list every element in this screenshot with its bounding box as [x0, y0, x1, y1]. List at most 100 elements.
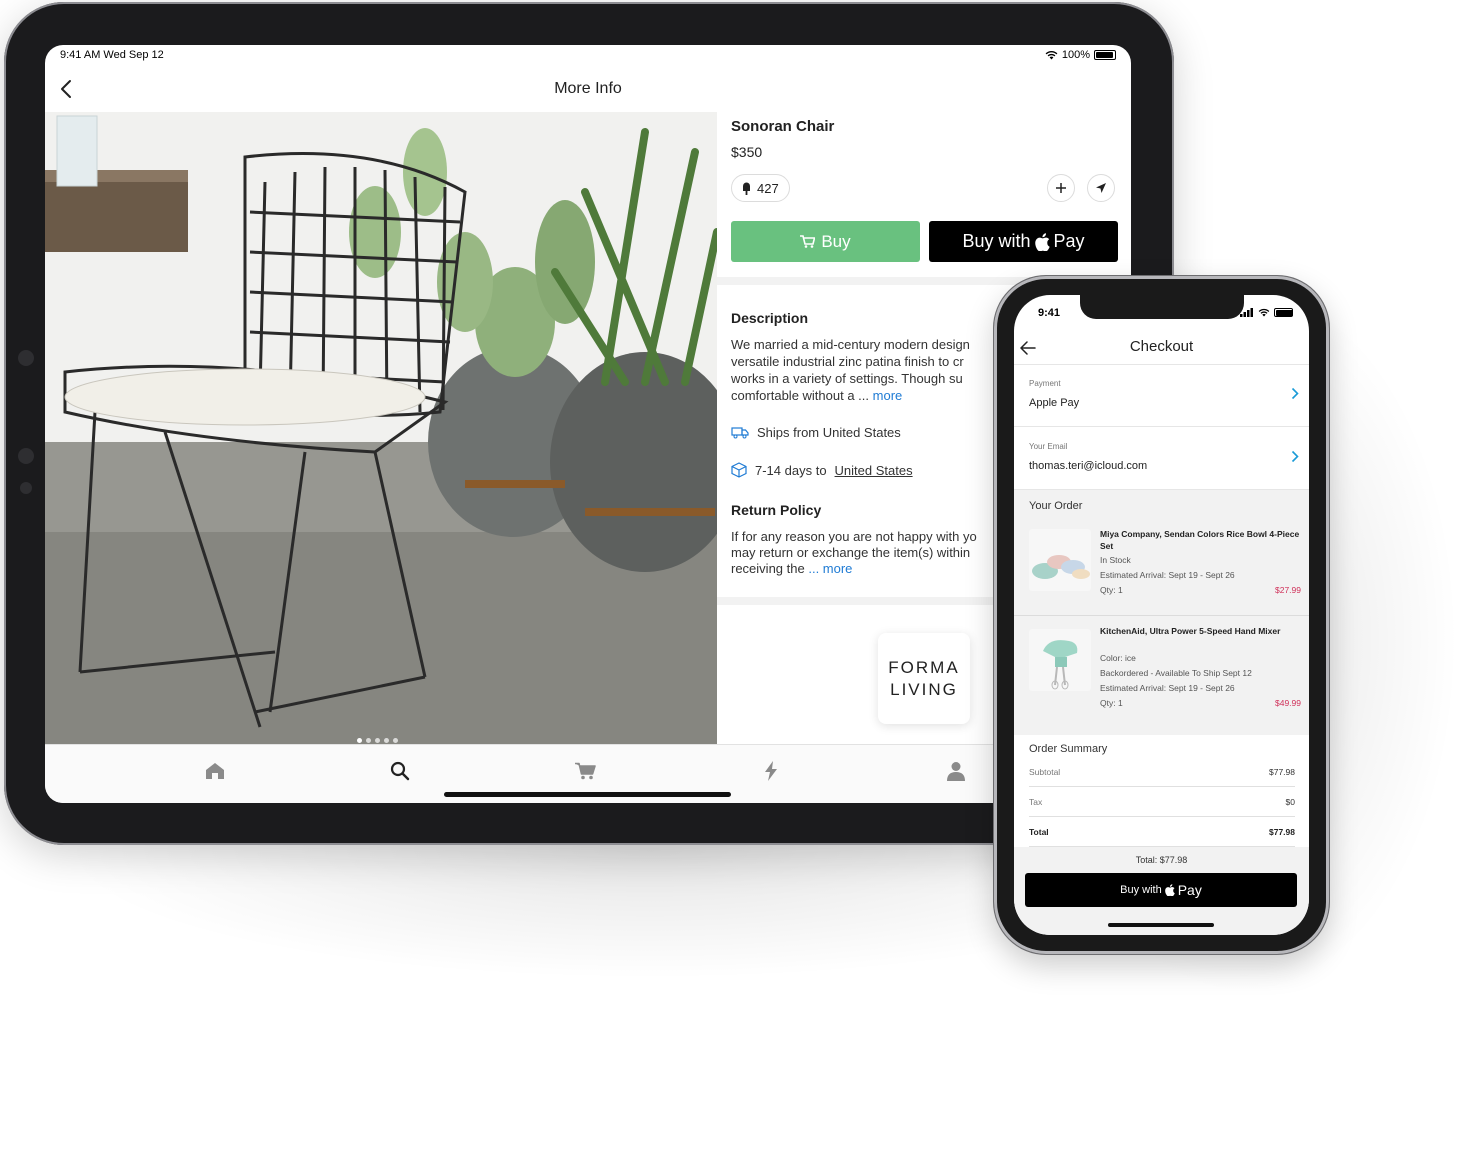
iphone-home-indicator	[1108, 923, 1214, 927]
page-dot[interactable]	[357, 738, 362, 743]
photo-page-dots[interactable]	[357, 738, 398, 743]
like-count: 427	[757, 180, 779, 196]
buy-button[interactable]: Buy	[731, 221, 920, 262]
hand-mixer-thumbnail	[1029, 629, 1091, 691]
subtotal-row: Subtotal $77.98	[1029, 757, 1295, 787]
home-icon	[206, 763, 224, 779]
tab-activity[interactable]	[758, 759, 784, 783]
tax-label: Tax	[1029, 797, 1043, 807]
item-name: Miya Company, Sendan Colors Rice Bowl 4-…	[1100, 529, 1300, 551]
item-stock: In Stock	[1100, 555, 1131, 565]
total-row: Total $77.98	[1029, 817, 1295, 847]
like-count-button[interactable]: 427	[731, 174, 790, 202]
iphone-status-time: 9:41	[1038, 307, 1061, 319]
ipad-side-button	[18, 448, 34, 464]
truck-icon	[731, 427, 749, 439]
tab-home[interactable]	[202, 759, 228, 783]
payment-label: Payment	[1029, 379, 1061, 388]
signal-icon	[1240, 308, 1253, 317]
chair-photo-illustration	[45, 112, 717, 744]
product-name: Sonoran Chair	[731, 118, 835, 135]
share-button[interactable]	[1087, 174, 1115, 202]
apple-pay-suffix: Pay	[1177, 882, 1202, 898]
ipad-status-right: 100%	[1045, 49, 1116, 61]
tab-cart[interactable]	[572, 759, 598, 783]
apple-pay-button[interactable]: Buy with Pay	[929, 221, 1118, 262]
tax-row: Tax $0	[1029, 787, 1295, 817]
page-dot[interactable]	[375, 738, 380, 743]
add-to-list-button[interactable]	[1047, 174, 1075, 202]
ships-from-row: Ships from United States	[731, 425, 901, 440]
profile-icon	[947, 762, 965, 781]
brand-logo-card[interactable]: FORMA LIVING	[878, 633, 970, 724]
description-more-link[interactable]: more	[873, 388, 903, 403]
tab-search[interactable]	[387, 759, 413, 783]
iphone-nav-bar: Checkout	[1014, 335, 1309, 365]
chevron-right-icon	[1291, 450, 1299, 463]
ships-from-text: Ships from United States	[757, 425, 901, 440]
subtotal-value: $77.98	[1269, 767, 1295, 777]
item-price: $49.99	[1275, 698, 1301, 708]
item-arrival: Estimated Arrival: Sept 19 - Sept 26	[1100, 683, 1235, 693]
rice-bowl-thumbnail	[1029, 529, 1091, 591]
item-arrival: Estimated Arrival: Sept 19 - Sept 26	[1100, 570, 1235, 580]
your-order-title: Your Order	[1029, 500, 1083, 512]
ipad-status-bar: 9:41 AM Wed Sep 12 100%	[45, 45, 1131, 67]
payment-value: Apple Pay	[1029, 397, 1080, 409]
wifi-icon	[1258, 308, 1270, 317]
ipad-status-time: 9:41 AM Wed Sep 12	[60, 49, 164, 61]
description-title: Description	[731, 310, 809, 326]
apple-logo-icon	[1034, 232, 1050, 251]
order-item[interactable]: Miya Company, Sendan Colors Rice Bowl 4-…	[1014, 521, 1309, 616]
wifi-icon	[1045, 50, 1058, 60]
send-icon	[1096, 183, 1106, 193]
return-policy-more-link[interactable]: ... more	[808, 561, 852, 576]
chevron-right-icon	[1291, 387, 1299, 400]
popsicle-icon	[743, 182, 750, 195]
iphone-notch	[1080, 295, 1244, 319]
ipad-nav-bar: More Info	[45, 71, 1131, 111]
iphone-status-icons	[1240, 308, 1293, 317]
ipad-side-button	[20, 482, 32, 494]
battery-icon	[1094, 50, 1116, 60]
order-summary-title: Order Summary	[1029, 743, 1108, 755]
cart-icon	[800, 235, 816, 248]
page-dot[interactable]	[384, 738, 389, 743]
payment-row[interactable]: Payment Apple Pay	[1014, 365, 1309, 427]
tax-value: $0	[1285, 797, 1295, 807]
tab-profile[interactable]	[943, 759, 969, 783]
item-name: KitchenAid, Ultra Power 5-Speed Hand Mix…	[1100, 626, 1281, 636]
return-policy-line: receiving the	[731, 561, 805, 576]
order-item[interactable]: KitchenAid, Ultra Power 5-Speed Hand Mix…	[1014, 619, 1309, 729]
cart-icon	[574, 762, 596, 780]
product-price: $350	[731, 144, 763, 160]
apple-pay-prefix: Buy with	[962, 231, 1031, 251]
item-qty: Qty: 1	[1100, 698, 1123, 708]
iphone-screen: 9:41 Checkout Payment Apple Pay Your Ema…	[1014, 295, 1309, 935]
email-label: Your Email	[1029, 442, 1068, 451]
page-title: More Info	[554, 80, 622, 97]
ipad-side-button	[18, 350, 34, 366]
search-icon	[390, 761, 410, 781]
apple-pay-checkout-button[interactable]: Buy with Pay	[1025, 873, 1297, 907]
page-dot[interactable]	[366, 738, 371, 743]
bolt-icon	[765, 761, 777, 781]
plus-icon	[1056, 183, 1066, 193]
brand-logo-line: LIVING	[890, 679, 958, 699]
page-dot[interactable]	[393, 738, 398, 743]
product-photo[interactable]	[45, 112, 717, 744]
delivery-prefix: 7-14 days to	[755, 462, 827, 478]
delivery-row: 7-14 days to United States	[731, 462, 913, 478]
email-row[interactable]: Your Email thomas.teri@icloud.com	[1014, 428, 1309, 490]
total-value: $77.98	[1269, 827, 1295, 837]
item-price: $27.99	[1275, 585, 1301, 595]
brand-logo-line: FORMA	[888, 657, 960, 677]
battery-icon	[1274, 308, 1293, 317]
ipad-screen: 9:41 AM Wed Sep 12 100% More Info Sonora…	[45, 45, 1131, 803]
delivery-location-link[interactable]: United States	[835, 463, 913, 478]
item-qty: Qty: 1	[1100, 585, 1123, 595]
package-icon	[731, 462, 747, 478]
device-mockup-stage: 9:41 AM Wed Sep 12 100% More Info Sonora…	[0, 0, 1477, 1150]
apple-pay-suffix: Pay	[1053, 231, 1085, 251]
total-label: Total	[1029, 827, 1049, 837]
